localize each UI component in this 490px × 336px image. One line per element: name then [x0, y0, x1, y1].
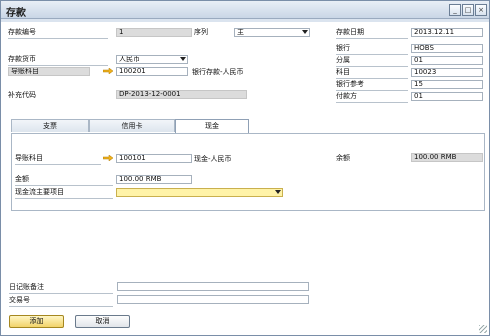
add-button[interactable]: 添加 — [9, 315, 64, 328]
divider — [9, 293, 113, 294]
tab-check-label: 支票 — [43, 122, 57, 130]
cash-account-desc: 现金-人民币 — [194, 155, 232, 163]
cash-account-label: 导账科目 — [15, 154, 43, 162]
deposit-no-field[interactable]: 1 — [116, 28, 192, 37]
divider — [9, 306, 113, 307]
restore-icon[interactable]: □ — [462, 4, 474, 16]
bank-ref-value: 15 — [414, 80, 423, 88]
subject-label: 科目 — [336, 68, 350, 76]
series-value: 主 — [237, 28, 244, 36]
balance-value: 100.00 RMB — [414, 153, 457, 161]
cash-flow-label: 现金流主要项目 — [15, 188, 64, 196]
bank-field[interactable]: HOBS — [411, 44, 483, 53]
account-label-box: 导账科目 — [8, 67, 90, 76]
tab-cash[interactable]: 现金 — [175, 119, 249, 133]
bank-label: 银行 — [336, 44, 350, 52]
link-arrow-icon[interactable] — [103, 68, 113, 74]
close-icon[interactable]: × — [475, 4, 487, 16]
tab-cash-label: 现金 — [205, 122, 219, 130]
divider — [8, 65, 108, 66]
divider — [15, 185, 113, 186]
tab-credit-card-label: 信用卡 — [121, 122, 143, 130]
minimize-icon[interactable]: _ — [449, 4, 461, 16]
amount-label: 金额 — [15, 175, 29, 183]
branch-value: 01 — [414, 56, 423, 64]
chevron-down-icon — [275, 190, 281, 194]
account-field[interactable]: 100201 — [116, 67, 188, 76]
currency-dropdown[interactable]: 人民币 — [116, 55, 188, 64]
account-value: 100201 — [119, 67, 146, 75]
window-title: 存款 — [6, 8, 26, 19]
cash-account-value: 100101 — [119, 154, 146, 162]
divider — [336, 54, 408, 55]
divider — [8, 38, 108, 39]
toolstrip — [1, 19, 489, 22]
divider — [336, 78, 408, 79]
bank-ref-field[interactable]: 15 — [411, 80, 483, 89]
currency-value: 人民币 — [119, 55, 140, 63]
journal-remark-field[interactable] — [117, 282, 309, 291]
chevron-down-icon — [302, 30, 308, 34]
currency-label: 存款货币 — [8, 55, 36, 63]
deposit-no-label: 存款编号 — [8, 28, 36, 36]
amount-field[interactable]: 100.00 RMB — [116, 175, 192, 184]
cash-flow-dropdown[interactable] — [116, 188, 283, 197]
balance-field: 100.00 RMB — [411, 153, 483, 162]
date-label: 存款日期 — [336, 28, 364, 36]
divider — [336, 38, 408, 39]
subject-value: 10023 — [414, 68, 437, 76]
divider — [336, 66, 408, 67]
account-desc: 银行存款-人民币 — [192, 68, 244, 76]
divider — [15, 198, 113, 199]
date-field[interactable]: 2013.12.11 — [411, 28, 483, 37]
journal-remark-label: 日记账备注 — [9, 283, 44, 291]
subject-field[interactable]: 10023 — [411, 68, 483, 77]
resize-grip-icon[interactable] — [479, 325, 487, 333]
divider — [336, 90, 408, 91]
deposit-window: 存款 _ □ × 存款编号 1 序列 主 存款货币 人民币 导账科目 10020… — [0, 0, 490, 336]
bank-ref-label: 银行参考 — [336, 80, 364, 88]
branch-label: 分属 — [336, 56, 350, 64]
supplement-value: DP-2013-12-0001 — [119, 90, 181, 98]
balance-label: 余额 — [336, 154, 350, 162]
transaction-label: 交易号 — [9, 296, 30, 304]
account-label: 导账科目 — [11, 67, 39, 75]
payment-tabs: 支票 信用卡 现金 — [11, 119, 485, 133]
supplement-field[interactable]: DP-2013-12-0001 — [116, 90, 247, 99]
divider — [15, 164, 101, 165]
branch-field[interactable]: 01 — [411, 56, 483, 65]
transaction-field[interactable] — [117, 295, 309, 304]
series-label: 序列 — [194, 28, 208, 36]
cancel-button-label: 取消 — [95, 317, 110, 325]
cancel-button[interactable]: 取消 — [75, 315, 130, 328]
add-button-label: 添加 — [29, 317, 44, 325]
link-arrow-icon[interactable] — [103, 155, 113, 161]
tab-credit-card[interactable]: 信用卡 — [89, 119, 175, 132]
payee-field[interactable]: 01 — [411, 92, 483, 101]
cash-panel — [11, 133, 485, 211]
payee-label: 付款方 — [336, 92, 357, 100]
series-dropdown[interactable]: 主 — [234, 28, 310, 37]
title-bar: 存款 _ □ × — [1, 1, 489, 19]
cash-account-field[interactable]: 100101 — [116, 154, 192, 163]
payee-value: 01 — [414, 92, 423, 100]
deposit-no-value: 1 — [119, 28, 124, 36]
date-value: 2013.12.11 — [414, 28, 455, 36]
tab-check[interactable]: 支票 — [11, 119, 89, 132]
supplement-label: 补充代码 — [8, 91, 36, 99]
bank-value: HOBS — [414, 44, 434, 52]
amount-value: 100.00 RMB — [119, 175, 162, 183]
divider — [336, 102, 408, 103]
chevron-down-icon — [180, 57, 186, 61]
